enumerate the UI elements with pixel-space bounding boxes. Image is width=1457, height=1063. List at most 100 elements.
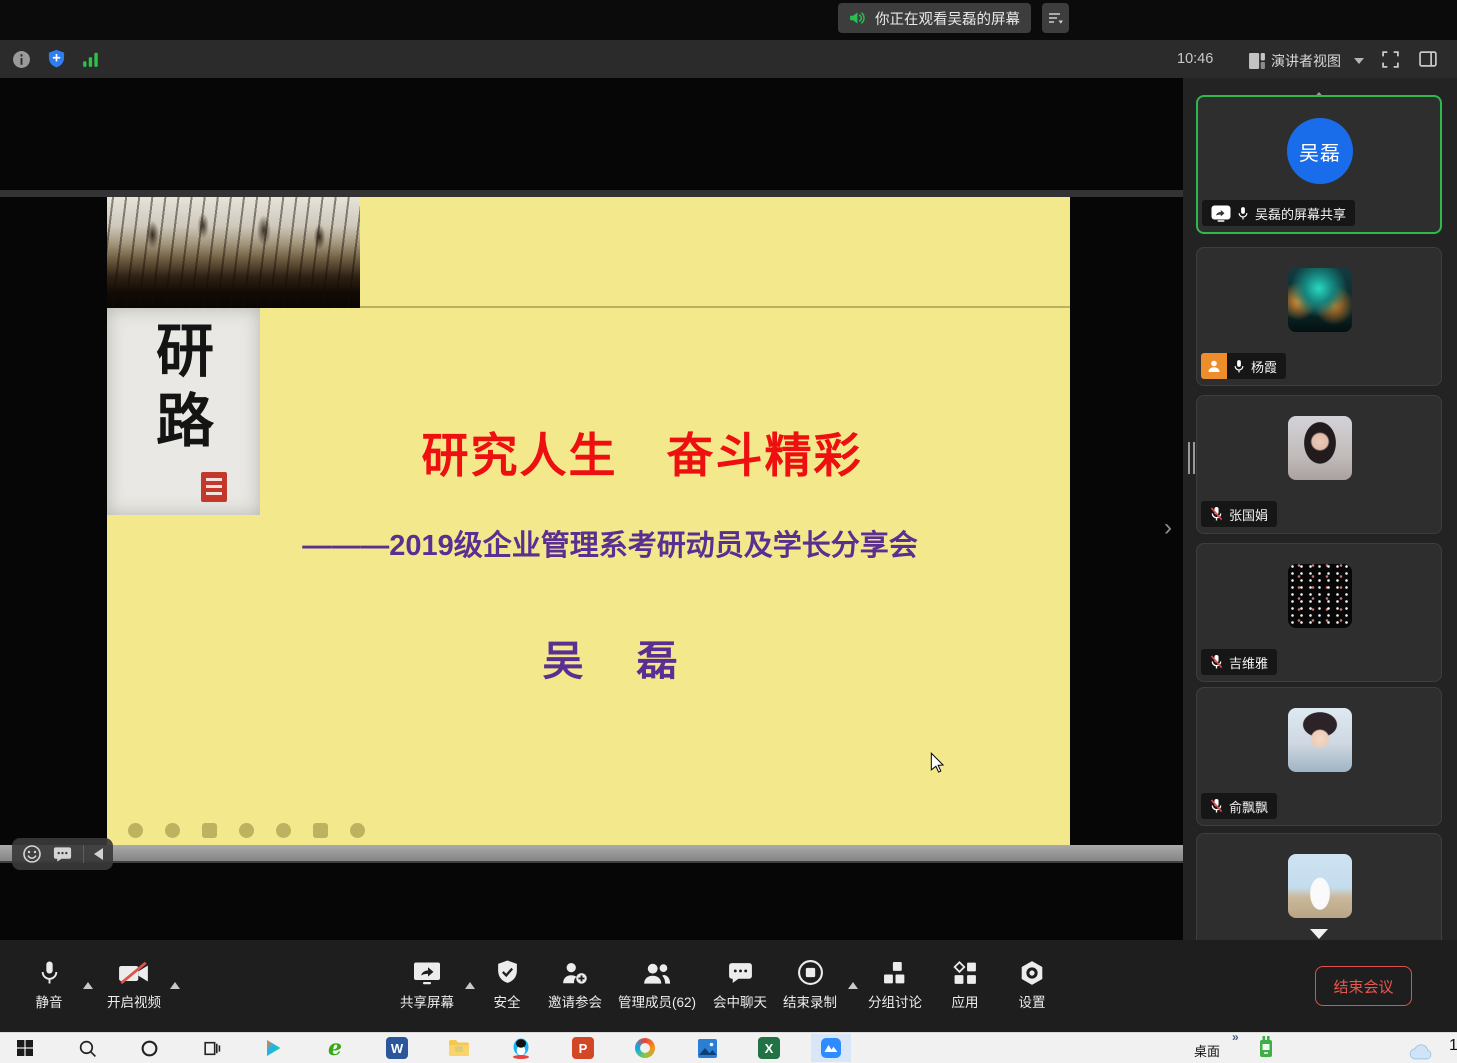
avatar [1288, 268, 1352, 332]
file-explorer-app[interactable] [447, 1036, 471, 1060]
participants-sidebar: 吴磊 吴磊的屏幕共享 [1183, 78, 1457, 940]
security-shield-icon [495, 959, 520, 986]
fullscreen-button[interactable] [1379, 48, 1401, 70]
participant-tile[interactable]: 吉维雅 [1196, 543, 1442, 682]
windows-logo-icon [16, 1039, 34, 1057]
participant-tile[interactable]: 张国娟 [1196, 395, 1442, 534]
mic-on-icon [1237, 206, 1249, 221]
windows-start-button[interactable] [13, 1036, 37, 1060]
header-bar [0, 40, 1457, 78]
invite-person-icon [561, 960, 589, 986]
mic-muted-icon [1210, 798, 1223, 814]
avatar [1288, 708, 1352, 772]
photos-app[interactable] [695, 1036, 719, 1060]
scroll-down-arrow-icon[interactable] [1310, 929, 1328, 939]
watching-banner[interactable]: 你正在观看吴磊的屏幕 [838, 3, 1031, 33]
folder-icon [448, 1039, 470, 1057]
view-layout-button[interactable] [1246, 50, 1268, 72]
tencent-video-app[interactable] [261, 1036, 285, 1060]
participant-name-tag: 俞飘飘 [1201, 793, 1277, 819]
watching-text: 你正在观看吴磊的屏幕 [875, 8, 1020, 29]
slide-subtitle: ———2019级企业管理系考研动员及学长分享会 [147, 522, 1073, 564]
slide-presenter-name: 吴 磊 [257, 627, 969, 687]
excel-app[interactable]: X [757, 1036, 781, 1060]
usb-drive-icon [1257, 1035, 1275, 1059]
chat-bubble-icon [727, 961, 754, 986]
microphone-icon [39, 960, 60, 986]
participant-name-tag: 吴磊的屏幕共享 [1202, 200, 1355, 226]
network-quality-button[interactable] [80, 48, 102, 70]
breakout-blocks-icon [883, 961, 908, 986]
360-browser-icon [635, 1038, 655, 1058]
avatar [1288, 854, 1352, 918]
shared-screen-stage: 研路 研究人生 奋斗精彩 ———2019级企业管理系考研动员及学长分享会 吴 磊 [0, 78, 1183, 940]
share-screen-icon [412, 960, 442, 986]
meeting-timer: 10:46 [1177, 51, 1213, 67]
participant-name-tag: 杨霞 [1201, 353, 1286, 379]
shared-window-scrollbar[interactable] [0, 845, 1183, 863]
participant-tile-partial[interactable] [1196, 833, 1442, 940]
top-strip: 你正在观看吴磊的屏幕 [0, 0, 1457, 40]
view-mode-caret-icon[interactable] [1354, 58, 1364, 64]
powerpoint-icon: P [572, 1037, 594, 1059]
avatar [1288, 564, 1352, 628]
side-panel-toggle-button[interactable] [1417, 48, 1439, 70]
apps-grid-icon [953, 961, 978, 986]
calligraphy-panel: 研路 [107, 308, 260, 515]
participant-name: 俞飘飘 [1229, 797, 1268, 816]
mic-on-icon [1233, 359, 1245, 374]
meeting-info-button[interactable] [10, 48, 32, 70]
caption-chat-icon[interactable] [52, 845, 73, 864]
weather-cloud-tray[interactable] [1406, 1039, 1436, 1063]
word-app[interactable]: W [385, 1036, 409, 1060]
tray-expand-chevrons[interactable]: » [1232, 1030, 1239, 1044]
slide-title: 研究人生 奋斗精彩 [257, 417, 1027, 486]
participant-name-tag: 张国娟 [1201, 501, 1277, 527]
desktop-toolbar-label[interactable]: 桌面 [1194, 1041, 1220, 1060]
screen-share-badge-icon [1211, 205, 1231, 222]
view-mode-label[interactable]: 演讲者视图 [1271, 51, 1341, 71]
participant-tile-screen-share[interactable]: 吴磊 吴磊的屏幕共享 [1196, 95, 1442, 234]
mic-muted-icon [1210, 506, 1223, 522]
banner-menu-button[interactable] [1042, 3, 1069, 33]
participant-tile[interactable]: 杨霞 [1196, 247, 1442, 386]
ppt-presenter-toolbar-icons [128, 823, 365, 838]
tencent-video-icon [263, 1038, 283, 1058]
sidebar-resize-handle[interactable] [1188, 442, 1198, 474]
settings-button[interactable]: 设置 [977, 956, 1087, 1011]
end-meeting-button[interactable]: 结束会议 [1315, 966, 1412, 1006]
tray-temperature: 1 [1449, 1037, 1457, 1055]
stop-record-icon [797, 959, 824, 986]
participant-name: 吉维雅 [1229, 653, 1268, 672]
avatar [1288, 416, 1352, 480]
tencent-meeting-icon [820, 1037, 842, 1059]
list-menu-icon [1048, 11, 1064, 25]
reaction-float-toolbar [12, 838, 113, 870]
collapse-toolbar-icon[interactable] [94, 848, 103, 860]
participant-name: 张国娟 [1229, 505, 1268, 524]
usb-device-tray[interactable] [1254, 1035, 1278, 1059]
browser-app[interactable]: e [323, 1036, 347, 1060]
participant-tile[interactable]: 俞飘飘 [1196, 687, 1442, 826]
qq-app[interactable] [509, 1036, 533, 1060]
shared-window-top-edge [0, 190, 1183, 197]
participant-name: 吴磊的屏幕共享 [1255, 204, 1346, 223]
browser-360-app[interactable] [633, 1036, 657, 1060]
settings-gear-icon [1019, 960, 1045, 986]
cortana-button[interactable] [137, 1036, 161, 1060]
divider [83, 845, 84, 863]
wheat-photo [107, 197, 360, 308]
powerpoint-app[interactable]: P [571, 1036, 595, 1060]
task-view-button[interactable] [199, 1036, 223, 1060]
taskbar-search-button[interactable] [75, 1036, 99, 1060]
presentation-slide: 研路 研究人生 奋斗精彩 ———2019级企业管理系考研动员及学长分享会 吴 磊 [107, 197, 1070, 845]
video-options-caret[interactable] [170, 982, 180, 989]
info-icon [12, 50, 31, 69]
expand-panel-chevron[interactable]: › [1164, 516, 1172, 540]
mouse-cursor [930, 752, 945, 773]
meeting-app[interactable] [819, 1036, 843, 1060]
emoji-reaction-icon[interactable] [22, 844, 42, 864]
excel-icon: X [758, 1037, 780, 1059]
security-shield-button[interactable] [45, 48, 67, 70]
task-view-icon [202, 1039, 221, 1058]
